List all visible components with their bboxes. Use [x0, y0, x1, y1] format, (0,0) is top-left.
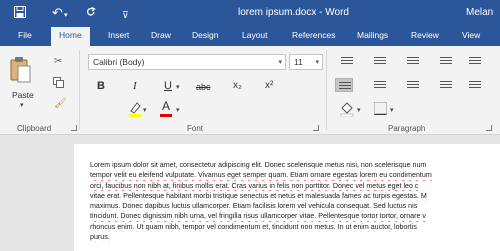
tab-references[interactable]: References: [292, 30, 335, 40]
bullets-icon: [341, 57, 353, 65]
clipboard-group-label: Clipboard: [17, 124, 52, 133]
superscript-button[interactable]: x²: [265, 79, 273, 93]
text-line[interactable]: orci, faucibus non nibh at, finibus moll…: [90, 181, 500, 191]
document-area[interactable]: Lorem ipsum dolor sit amet, consectetur …: [0, 136, 500, 251]
line-spacing-button[interactable]: [466, 78, 484, 92]
align-left-icon: [339, 82, 351, 90]
save-icon[interactable]: [14, 6, 26, 18]
undo-dropdown-icon[interactable]: ▾: [64, 9, 68, 23]
chevron-down-icon[interactable]: ▾: [315, 58, 319, 66]
multilevel-list-button[interactable]: [404, 54, 422, 68]
text-line[interactable]: Lorem ipsum dolor sit amet, consectetur …: [90, 160, 500, 170]
bold-button[interactable]: B: [97, 79, 105, 93]
increase-indent-button[interactable]: [466, 54, 484, 68]
font-color-swatch: [160, 114, 172, 117]
text-line[interactable]: vitae erat. Pellentesque habitant morbi …: [90, 191, 500, 201]
multilevel-list-icon: [407, 57, 419, 65]
text-line[interactable]: tempor velit eu eleifend vulputate. Viva…: [90, 170, 500, 180]
user-name[interactable]: Melan: [466, 7, 493, 18]
clipboard-launcher-icon[interactable]: [71, 125, 77, 131]
copy-icon[interactable]: [53, 77, 64, 88]
font-color-dropdown-icon[interactable]: ▾: [176, 106, 180, 114]
align-left-button[interactable]: [335, 78, 353, 92]
document-title: lorem ipsum.docx - Word: [238, 7, 349, 18]
paragraph-launcher-icon[interactable]: [486, 125, 492, 131]
chevron-down-icon[interactable]: ▾: [278, 58, 282, 66]
font-color-button[interactable]: A: [162, 99, 170, 113]
text-highlight-icon[interactable]: [128, 101, 142, 117]
format-painter-icon[interactable]: 🖌: [54, 98, 67, 109]
borders-dropdown-icon[interactable]: ▾: [390, 106, 394, 114]
borders-icon[interactable]: [374, 102, 387, 115]
align-center-button[interactable]: [371, 78, 389, 92]
document-body[interactable]: Lorem ipsum dolor sit amet, consectetur …: [90, 160, 500, 251]
bullets-button[interactable]: [338, 54, 356, 68]
numbering-icon: [374, 57, 386, 65]
decrease-indent-button[interactable]: [437, 54, 455, 68]
shading-icon[interactable]: [340, 101, 354, 117]
text-line[interactable]: rhoncus enim. Ut quam nibh, tempor vel c…: [90, 222, 500, 232]
align-right-icon: [407, 81, 419, 89]
ribbon-tabs: File Home Insert Draw Design Layout Refe…: [0, 27, 500, 46]
tab-home[interactable]: Home: [51, 27, 90, 46]
justify-button[interactable]: [437, 78, 455, 92]
text-line[interactable]: purus.: [90, 232, 500, 242]
group-divider: [79, 50, 80, 130]
customize-toolbar-icon[interactable]: ⊽: [122, 8, 129, 22]
title-bar: ↶ ▾ ⊽ lorem ipsum.docx - Word Melan: [0, 0, 500, 27]
paste-dropdown-icon[interactable]: ▾: [20, 101, 24, 109]
numbering-button[interactable]: [371, 54, 389, 68]
font-group-label: Font: [187, 124, 204, 133]
align-center-icon: [374, 81, 386, 89]
underline-button[interactable]: U: [164, 79, 172, 93]
align-right-button[interactable]: [404, 78, 422, 92]
font-size-value: 11: [294, 57, 303, 67]
cut-icon[interactable]: ✂: [54, 56, 62, 67]
highlight-dropdown-icon[interactable]: ▾: [143, 106, 147, 114]
font-name-combo[interactable]: Calibri (Body) ▾: [88, 54, 286, 70]
tab-review[interactable]: Review: [411, 30, 439, 40]
paragraph-group-label: Paragraph: [388, 124, 426, 133]
tab-mailings[interactable]: Mailings: [357, 30, 388, 40]
tab-design[interactable]: Design: [192, 30, 218, 40]
decrease-indent-icon: [440, 57, 452, 65]
undo-icon[interactable]: ↶: [52, 6, 63, 20]
shading-dropdown-icon[interactable]: ▾: [357, 106, 361, 114]
justify-icon: [440, 81, 452, 89]
font-size-combo[interactable]: 11 ▾: [289, 54, 323, 70]
tab-view[interactable]: View: [462, 30, 480, 40]
font-name-value: Calibri (Body): [93, 57, 145, 67]
redo-icon[interactable]: [86, 7, 96, 17]
tab-draw[interactable]: Draw: [151, 30, 171, 40]
line-spacing-icon: [469, 81, 481, 89]
group-divider: [326, 50, 327, 130]
underline-dropdown-icon[interactable]: ▾: [176, 83, 180, 91]
document-page[interactable]: Lorem ipsum dolor sit amet, consectetur …: [74, 144, 500, 251]
tab-layout[interactable]: Layout: [242, 30, 268, 40]
tab-insert[interactable]: Insert: [108, 30, 129, 40]
strikethrough-button[interactable]: abc: [196, 80, 211, 94]
text-line[interactable]: maximus. Donec dapibus luctus ullamcorpe…: [90, 201, 500, 211]
paste-icon[interactable]: [10, 56, 32, 84]
paste-button[interactable]: Paste: [12, 90, 34, 100]
subscript-button[interactable]: x₂: [233, 79, 242, 93]
font-launcher-icon[interactable]: [313, 125, 319, 131]
ribbon: Paste ▾ ✂ 🖌 Clipboard Calibri (Body) ▾ 1…: [0, 46, 500, 135]
tab-file[interactable]: File: [18, 30, 32, 40]
italic-button[interactable]: I: [133, 79, 137, 93]
text-line[interactable]: tincidunt. Donec dignissim nibh urna, ve…: [90, 211, 500, 221]
increase-indent-icon: [469, 57, 481, 65]
